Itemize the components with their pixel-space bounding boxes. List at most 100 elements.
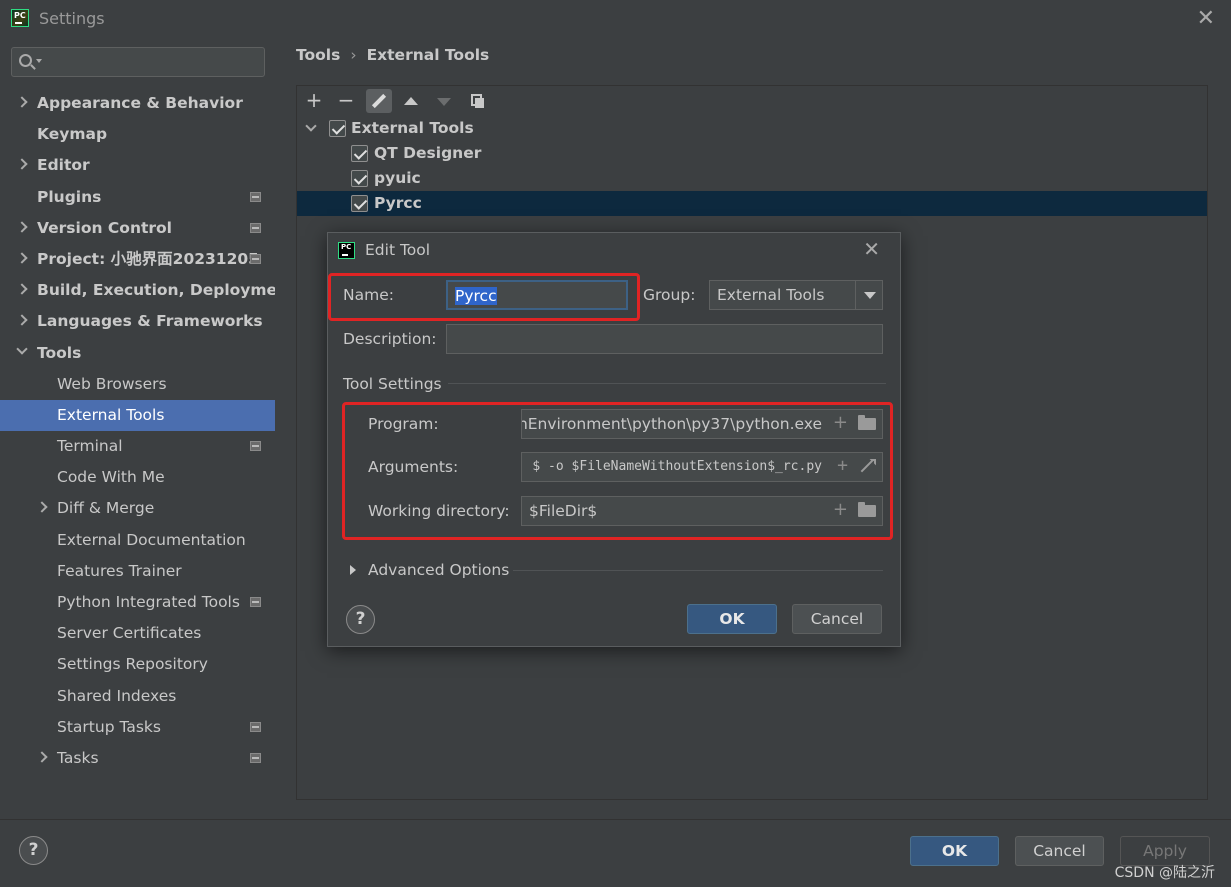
group-checkbox[interactable]: [329, 120, 346, 137]
copy-icon: [471, 94, 484, 108]
move-down-button[interactable]: [431, 89, 457, 113]
sidebar-item-version-control[interactable]: Version Control: [0, 213, 275, 244]
sidebar-item-external-tools[interactable]: External Tools: [0, 399, 275, 432]
close-icon[interactable]: ✕: [1197, 6, 1215, 31]
description-label: Description:: [343, 330, 437, 348]
sidebar-item-server-certificates[interactable]: Server Certificates: [0, 618, 275, 649]
move-up-button[interactable]: [398, 89, 424, 113]
sidebar-item-keymap[interactable]: Keymap: [0, 119, 275, 150]
sidebar-item-languages[interactable]: Languages & Frameworks: [0, 306, 275, 337]
tools-tree: External Tools QT Designer pyuic Pyrcc: [297, 116, 1207, 216]
breadcrumb: Tools › External Tools: [296, 46, 490, 64]
copy-button[interactable]: [464, 89, 490, 113]
sidebar-item-external-documentation[interactable]: External Documentation: [0, 525, 275, 556]
workdir-field[interactable]: $FileDir$ +: [521, 496, 883, 526]
item-checkbox[interactable]: [351, 195, 368, 212]
chevron-right-icon[interactable]: [16, 96, 28, 108]
project-scope-icon: [250, 441, 261, 452]
advanced-options-label[interactable]: Advanced Options: [368, 561, 509, 579]
add-macro-icon[interactable]: +: [833, 497, 848, 523]
chevron-down-icon[interactable]: [305, 120, 317, 132]
chevron-right-icon[interactable]: [36, 501, 48, 514]
name-label: Name:: [343, 286, 394, 304]
settings-tree: Appearance & Behavior Keymap Editor Plug…: [0, 88, 296, 774]
tree-item-pyrcc[interactable]: Pyrcc: [297, 191, 1207, 216]
program-label: Program:: [368, 415, 439, 433]
sidebar-item-python-integrated-tools[interactable]: Python Integrated Tools: [0, 587, 275, 618]
search-box[interactable]: [11, 47, 265, 77]
sidebar-item-code-with-me[interactable]: Code With Me: [0, 462, 275, 493]
chevron-right-icon[interactable]: [16, 314, 28, 326]
chevron-down-icon[interactable]: [16, 342, 28, 355]
project-scope-icon: [250, 253, 261, 264]
ok-button[interactable]: OK: [910, 836, 999, 866]
description-field[interactable]: [446, 324, 883, 354]
pycharm-logo-icon: PC: [11, 9, 29, 27]
folder-icon[interactable]: [858, 415, 876, 430]
tool-settings-header: Tool Settings: [343, 375, 442, 393]
help-button[interactable]: ?: [346, 605, 375, 634]
project-scope-icon: [250, 191, 261, 202]
tree-group-external-tools[interactable]: External Tools: [297, 116, 1207, 141]
cancel-button[interactable]: Cancel: [1015, 836, 1104, 866]
sidebar-item-web-browsers[interactable]: Web Browsers: [0, 369, 275, 400]
dialog-ok-button[interactable]: OK: [687, 604, 777, 634]
pycharm-logo-icon: PC: [338, 242, 355, 259]
settings-footer: ? OK Cancel Apply CSDN @陆之沂: [0, 819, 1231, 887]
chevron-right-icon[interactable]: [16, 283, 28, 295]
group-combobox[interactable]: External Tools: [709, 280, 883, 310]
chevron-right-icon[interactable]: [36, 751, 48, 763]
arguments-label: Arguments:: [368, 458, 459, 476]
program-field[interactable]: nEnvironment\python\py37\python.exe +: [521, 409, 883, 439]
expand-advanced-icon[interactable]: [350, 565, 356, 575]
add-button[interactable]: +: [301, 89, 327, 113]
sidebar-item-appearance[interactable]: Appearance & Behavior: [0, 88, 275, 119]
tools-toolbar: + −: [297, 86, 1207, 116]
sidebar-item-features-trainer[interactable]: Features Trainer: [0, 556, 275, 587]
section-divider: [513, 570, 883, 571]
chevron-right-icon[interactable]: [16, 158, 28, 171]
search-icon: [19, 54, 32, 67]
dialog-title: Edit Tool: [365, 241, 431, 259]
item-checkbox[interactable]: [351, 145, 368, 162]
arguments-field[interactable]: $ -o $FileNameWithoutExtension$_rc.py +: [521, 452, 883, 482]
project-scope-icon: [250, 222, 261, 233]
settings-sidebar: Appearance & Behavior Keymap Editor Plug…: [0, 36, 296, 819]
sidebar-item-tasks[interactable]: Tasks: [0, 743, 275, 774]
name-field[interactable]: Pyrcc: [446, 280, 628, 310]
sidebar-item-startup-tasks[interactable]: Startup Tasks: [0, 712, 275, 743]
sidebar-item-settings-repository[interactable]: Settings Repository: [0, 649, 275, 680]
remove-button[interactable]: −: [333, 89, 359, 113]
sidebar-item-build[interactable]: Build, Execution, Deployment: [0, 275, 296, 306]
help-button[interactable]: ?: [19, 836, 48, 865]
window-title: Settings: [39, 9, 105, 28]
expand-icon[interactable]: [860, 459, 874, 473]
title-bar: PC Settings ✕: [0, 0, 1231, 36]
add-macro-icon[interactable]: +: [837, 453, 848, 479]
close-icon[interactable]: ✕: [863, 237, 880, 261]
item-checkbox[interactable]: [351, 170, 368, 187]
workdir-label: Working directory:: [368, 502, 510, 520]
sidebar-item-editor[interactable]: Editor: [0, 150, 275, 181]
sidebar-item-terminal[interactable]: Terminal: [0, 431, 275, 462]
chevron-down-icon[interactable]: [855, 281, 882, 309]
edit-button[interactable]: [366, 89, 392, 113]
sidebar-item-project[interactable]: Project: 小驰界面20231205: [0, 244, 275, 275]
group-label: Group:: [643, 286, 696, 304]
arrow-down-icon: [437, 98, 451, 106]
section-divider: [448, 383, 886, 384]
search-input[interactable]: [44, 52, 259, 72]
folder-icon[interactable]: [858, 502, 876, 517]
tree-item-qt-designer[interactable]: QT Designer: [297, 141, 1207, 166]
dialog-cancel-button[interactable]: Cancel: [792, 604, 882, 634]
sidebar-item-plugins[interactable]: Plugins: [0, 182, 275, 213]
sidebar-item-diff-merge[interactable]: Diff & Merge: [0, 493, 275, 524]
add-macro-icon[interactable]: +: [833, 410, 848, 436]
sidebar-item-tools[interactable]: Tools: [0, 338, 275, 369]
chevron-right-icon[interactable]: [16, 221, 28, 233]
chevron-down-icon[interactable]: [36, 59, 42, 63]
sidebar-item-shared-indexes[interactable]: Shared Indexes: [0, 681, 275, 712]
tree-item-pyuic[interactable]: pyuic: [297, 166, 1207, 191]
chevron-right-icon[interactable]: [16, 252, 28, 264]
edit-tool-dialog: PC Edit Tool ✕ Name: Pyrcc Group: Extern…: [327, 232, 901, 647]
